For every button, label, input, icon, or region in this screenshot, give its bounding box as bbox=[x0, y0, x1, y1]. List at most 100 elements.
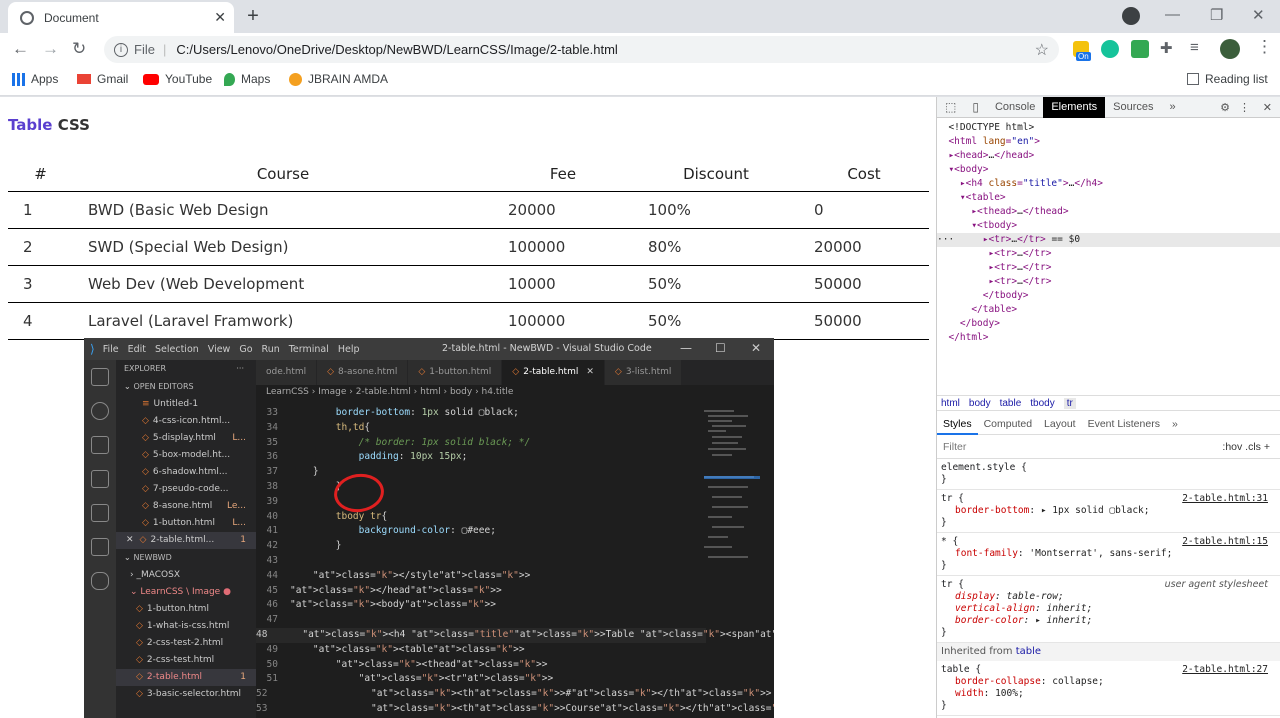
open-editor-item[interactable]: ◇ 1-button.html L... bbox=[116, 515, 256, 532]
open-editor-item[interactable]: ✕ ◇ 2-table.html... 1 bbox=[116, 532, 256, 549]
rule-source-link[interactable]: user agent stylesheet bbox=[1165, 579, 1268, 591]
new-tab-button[interactable]: + bbox=[241, 5, 265, 27]
code-line[interactable]: 53 "at">class="k"><th"at">class="k">>Cou… bbox=[256, 702, 774, 717]
code-line[interactable]: 47 bbox=[256, 613, 706, 628]
browser-tab[interactable]: Document ✕ bbox=[8, 2, 234, 33]
forward-icon[interactable]: → bbox=[42, 39, 59, 59]
close-editor-icon[interactable]: ✕ bbox=[126, 535, 134, 545]
profile-avatar[interactable] bbox=[1220, 39, 1240, 59]
tab-event-listeners[interactable]: Event Listeners bbox=[1082, 413, 1166, 435]
style-rule[interactable]: tr {user agent stylesheet display: table-… bbox=[937, 576, 1280, 643]
css-declaration[interactable]: border-color: ▸ inherit; bbox=[941, 615, 1276, 627]
minimize-icon[interactable]: — bbox=[1165, 6, 1180, 23]
code-line[interactable]: 52 "at">class="k"><th"at">class="k">>#"a… bbox=[256, 687, 772, 702]
workspace-header[interactable]: ⌄ NEWBWD bbox=[116, 549, 256, 567]
search-icon[interactable] bbox=[91, 402, 109, 420]
inspect-element-icon[interactable]: ⬚ bbox=[937, 97, 964, 118]
style-rule[interactable]: * {2-table.html:15 font-family: 'Montserr… bbox=[937, 533, 1280, 576]
menu-go[interactable]: Go bbox=[239, 344, 252, 355]
tab-computed[interactable]: Computed bbox=[978, 413, 1038, 435]
crumb-html[interactable]: html bbox=[941, 398, 960, 409]
info-icon[interactable]: i bbox=[114, 42, 128, 57]
bookmark-maps[interactable]: Maps bbox=[224, 72, 270, 86]
colorful-extension-icon[interactable] bbox=[1131, 40, 1149, 58]
open-editor-item[interactable]: ◇ 8-asone.html Le... bbox=[116, 498, 256, 515]
dom-node[interactable]: </body> bbox=[937, 317, 1280, 331]
workspace-file-item[interactable]: ◇ 2-table.html 1 bbox=[116, 669, 256, 686]
css-declaration[interactable]: border-collapse: collapse; bbox=[941, 676, 1276, 688]
code-line[interactable]: 45 "at">class="k"></head"at">class="k">> bbox=[256, 584, 706, 599]
dom-node[interactable]: ▾<tbody> bbox=[937, 219, 1280, 233]
dom-node[interactable]: ▸<tr>…</tr> bbox=[937, 247, 1280, 261]
editor-tab[interactable]: ◇ 1-button.html bbox=[408, 360, 503, 385]
tab-elements[interactable]: Elements bbox=[1043, 96, 1106, 118]
dom-node[interactable]: ▸<tr>…</tr> bbox=[937, 275, 1280, 289]
close-tab-icon[interactable]: ✕ bbox=[214, 9, 226, 26]
more-style-tabs-icon[interactable]: » bbox=[1166, 413, 1184, 435]
code-line[interactable]: 41 background-color: ▢#eee; bbox=[256, 524, 706, 539]
dom-node[interactable]: </table> bbox=[937, 303, 1280, 317]
menu-edit[interactable]: Edit bbox=[128, 344, 146, 355]
open-editor-item[interactable]: ◇ 6-shadow.html... bbox=[116, 464, 256, 481]
crumb-tbody[interactable]: tbody bbox=[1030, 398, 1054, 409]
crumb-body[interactable]: body bbox=[969, 398, 991, 409]
vscode-maximize-icon[interactable]: ☐ bbox=[715, 341, 726, 355]
vscode-minimize-icon[interactable]: — bbox=[680, 341, 692, 355]
code-line[interactable]: 34 th,td{ bbox=[256, 421, 706, 436]
source-control-icon[interactable] bbox=[91, 436, 109, 454]
code-line[interactable]: 38 } bbox=[256, 480, 706, 495]
style-rule[interactable]: table {2-table.html:27 border-collapse: c… bbox=[937, 661, 1280, 716]
dom-node[interactable]: ▸<head>…</head> bbox=[937, 149, 1280, 163]
bookmark-gmail[interactable]: Gmail bbox=[77, 72, 128, 86]
url-text[interactable]: C:/Users/Lenovo/OneDrive/Desktop/NewBWD/… bbox=[176, 42, 617, 57]
workspace-file-item[interactable]: ◇ 2-css-test-2.html bbox=[116, 635, 256, 652]
code-line[interactable]: 51 "at">class="k"><tr"at">class="k">> bbox=[256, 672, 706, 687]
devtools-more-icon[interactable]: ⋮ bbox=[1239, 101, 1250, 114]
inherited-from-link[interactable]: table bbox=[1016, 646, 1041, 657]
back-icon[interactable]: ← bbox=[12, 39, 29, 59]
code-line[interactable]: 42 } bbox=[256, 539, 706, 554]
folder-learncss-image[interactable]: ⌄ LearnCSS \ Image ● bbox=[116, 584, 256, 601]
reading-list-button[interactable]: Reading list bbox=[1187, 72, 1268, 86]
explorer-icon[interactable] bbox=[91, 368, 109, 386]
code-line[interactable]: 50 "at">class="k"><thead"at">class="k">> bbox=[256, 658, 706, 673]
workspace-file-item[interactable]: ◇ 3-basic-selector.html bbox=[116, 686, 256, 703]
grammarly-icon[interactable] bbox=[1101, 40, 1119, 58]
tab-layout[interactable]: Layout bbox=[1038, 413, 1082, 435]
close-window-icon[interactable]: ✕ bbox=[1252, 6, 1265, 24]
settings-gear-icon[interactable]: ⚙ bbox=[1220, 101, 1230, 114]
restore-icon[interactable]: ❐ bbox=[1210, 6, 1223, 24]
menu-help[interactable]: Help bbox=[338, 344, 360, 355]
menu-file[interactable]: File bbox=[103, 344, 119, 355]
code-line[interactable]: 44 "at">class="k"></style"at">class="k">… bbox=[256, 569, 706, 584]
rule-source-link[interactable]: 2-table.html:27 bbox=[1182, 664, 1268, 676]
tab-styles[interactable]: Styles bbox=[937, 413, 978, 435]
dom-node[interactable]: </tbody> bbox=[937, 289, 1280, 303]
code-line[interactable]: 33 border-bottom: 1px solid ▢black; bbox=[256, 406, 706, 421]
menu-run[interactable]: Run bbox=[262, 344, 280, 355]
puzzle-extensions-icon[interactable]: ✚ bbox=[1160, 39, 1173, 57]
styles-filter-input[interactable]: Filter :hov .cls + bbox=[937, 437, 1280, 459]
media-control-icon[interactable]: ≡ bbox=[1190, 39, 1199, 56]
dom-node-selected[interactable]: ··· ▸<tr>…</tr> == $0 bbox=[937, 233, 1280, 247]
reload-icon[interactable]: ↻ bbox=[72, 39, 86, 59]
code-line[interactable]: 36 padding: 10px 15px; bbox=[256, 450, 706, 465]
dom-node[interactable]: <!DOCTYPE html> bbox=[937, 121, 1280, 135]
workspace-file-item[interactable]: ◇ 1-button.html bbox=[116, 601, 256, 618]
code-line[interactable]: 49 "at">class="k"><table"at">class="k">> bbox=[256, 643, 706, 658]
open-editor-item[interactable]: ◇ 4-css-icon.html... bbox=[116, 413, 256, 430]
menu-view[interactable]: View bbox=[208, 344, 231, 355]
bookmark-star-icon[interactable]: ☆ bbox=[1035, 40, 1049, 60]
open-editor-item[interactable]: ◇ 7-pseudo-code... bbox=[116, 481, 256, 498]
remote-explorer-icon[interactable] bbox=[91, 504, 109, 522]
bookmark-apps[interactable]: Apps bbox=[12, 72, 58, 86]
dom-node[interactable]: ▾<table> bbox=[937, 191, 1280, 205]
more-tabs-icon[interactable]: » bbox=[1162, 97, 1184, 118]
editor-tab[interactable]: ◇ 3-list.html bbox=[604, 360, 683, 385]
editor-tab[interactable]: ode.html bbox=[256, 360, 318, 385]
code-view[interactable]: 33 border-bottom: 1px solid ▢black; 34 th… bbox=[256, 406, 774, 717]
extensions-icon[interactable] bbox=[91, 538, 109, 556]
code-line[interactable]: 35 /* border: 1px solid black; */ bbox=[256, 436, 706, 451]
dom-node[interactable]: <html lang="en"> bbox=[937, 135, 1280, 149]
tab-console[interactable]: Console bbox=[987, 97, 1043, 118]
